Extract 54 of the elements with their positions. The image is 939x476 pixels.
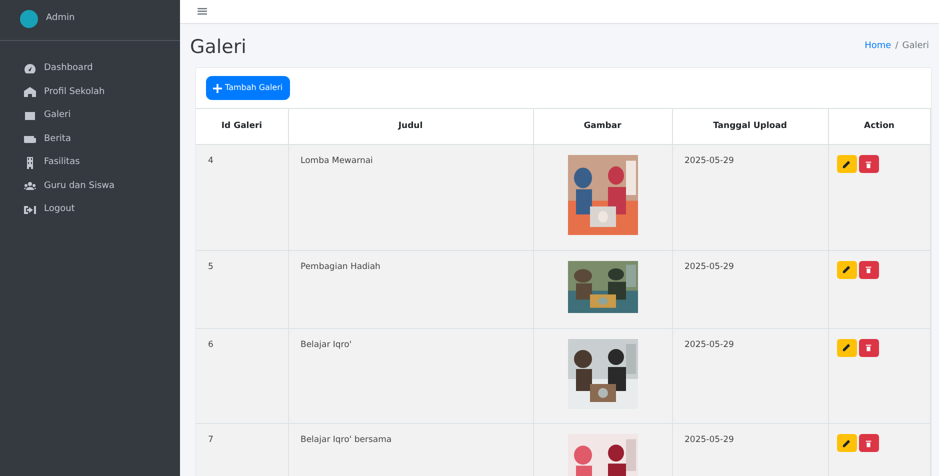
breadcrumb-current: Galeri	[902, 40, 929, 54]
column-header: Judul	[288, 108, 533, 145]
house-icon	[24, 86, 36, 98]
gauge-icon	[24, 62, 36, 75]
sidebar-link[interactable]: Logout	[0, 198, 180, 222]
user-avatar	[20, 10, 38, 28]
table-cell: Belajar Iqro'	[288, 328, 533, 424]
building-icon	[24, 156, 36, 169]
plus-icon	[213, 84, 222, 93]
add-gallery-button[interactable]: Tambah Galeri	[206, 76, 290, 100]
pencil-icon	[842, 343, 851, 352]
delete-button[interactable]	[858, 338, 878, 357]
table-cell: 2025-05-29	[672, 424, 828, 476]
edit-button[interactable]	[836, 338, 856, 357]
trash-icon	[864, 160, 873, 169]
delete-button[interactable]	[858, 434, 878, 452]
image-icon	[24, 110, 36, 122]
table-cell: Lomba Mewarnai	[288, 144, 533, 250]
pencil-icon	[842, 265, 851, 274]
edit-button[interactable]	[836, 434, 856, 452]
sidebar-link[interactable]: Galeri	[0, 104, 180, 128]
edit-button[interactable]	[836, 260, 856, 279]
menu-toggle[interactable]: ≡	[196, 0, 209, 22]
trash-icon	[864, 265, 873, 274]
pencil-icon	[842, 438, 851, 448]
sidebar-link[interactable]: Fasilitas	[0, 151, 180, 174]
trash-icon	[864, 438, 873, 448]
table-cell: 5	[196, 250, 288, 328]
table-cell: Belajar Iqro' bersama	[288, 424, 533, 476]
sidebar-link[interactable]: Dashboard	[0, 57, 180, 80]
sidebar-link[interactable]: Guru dan Siswa	[0, 174, 180, 198]
table-cell: Pembagian Hadiah	[288, 250, 533, 328]
logout-icon	[24, 204, 36, 216]
sidebar-link[interactable]: Profil Sekolah	[0, 80, 180, 104]
table-cell: 2025-05-29	[672, 328, 828, 424]
breadcrumb-link[interactable]: Home	[864, 40, 892, 54]
column-header: Gambar	[533, 108, 672, 145]
sidebar-link[interactable]: Berita	[0, 128, 180, 151]
table-cell: 4	[196, 144, 288, 250]
breadcrumb-separator: /	[895, 40, 898, 54]
delete-button[interactable]	[858, 260, 878, 279]
user-name: Admin	[46, 12, 75, 26]
table-cell: 2025-05-29	[672, 144, 828, 250]
table-cell: 7	[196, 424, 288, 476]
people-icon	[24, 180, 36, 192]
table-cell: 6	[196, 328, 288, 424]
delete-button[interactable]	[858, 155, 878, 174]
newspaper-icon	[24, 133, 36, 146]
edit-button[interactable]	[836, 155, 856, 174]
trash-icon	[864, 343, 873, 352]
column-header: Tanggal Upload	[672, 108, 828, 145]
pencil-icon	[842, 160, 851, 169]
table-cell: 2025-05-29	[672, 250, 828, 328]
page-title: Galeri	[190, 36, 246, 58]
